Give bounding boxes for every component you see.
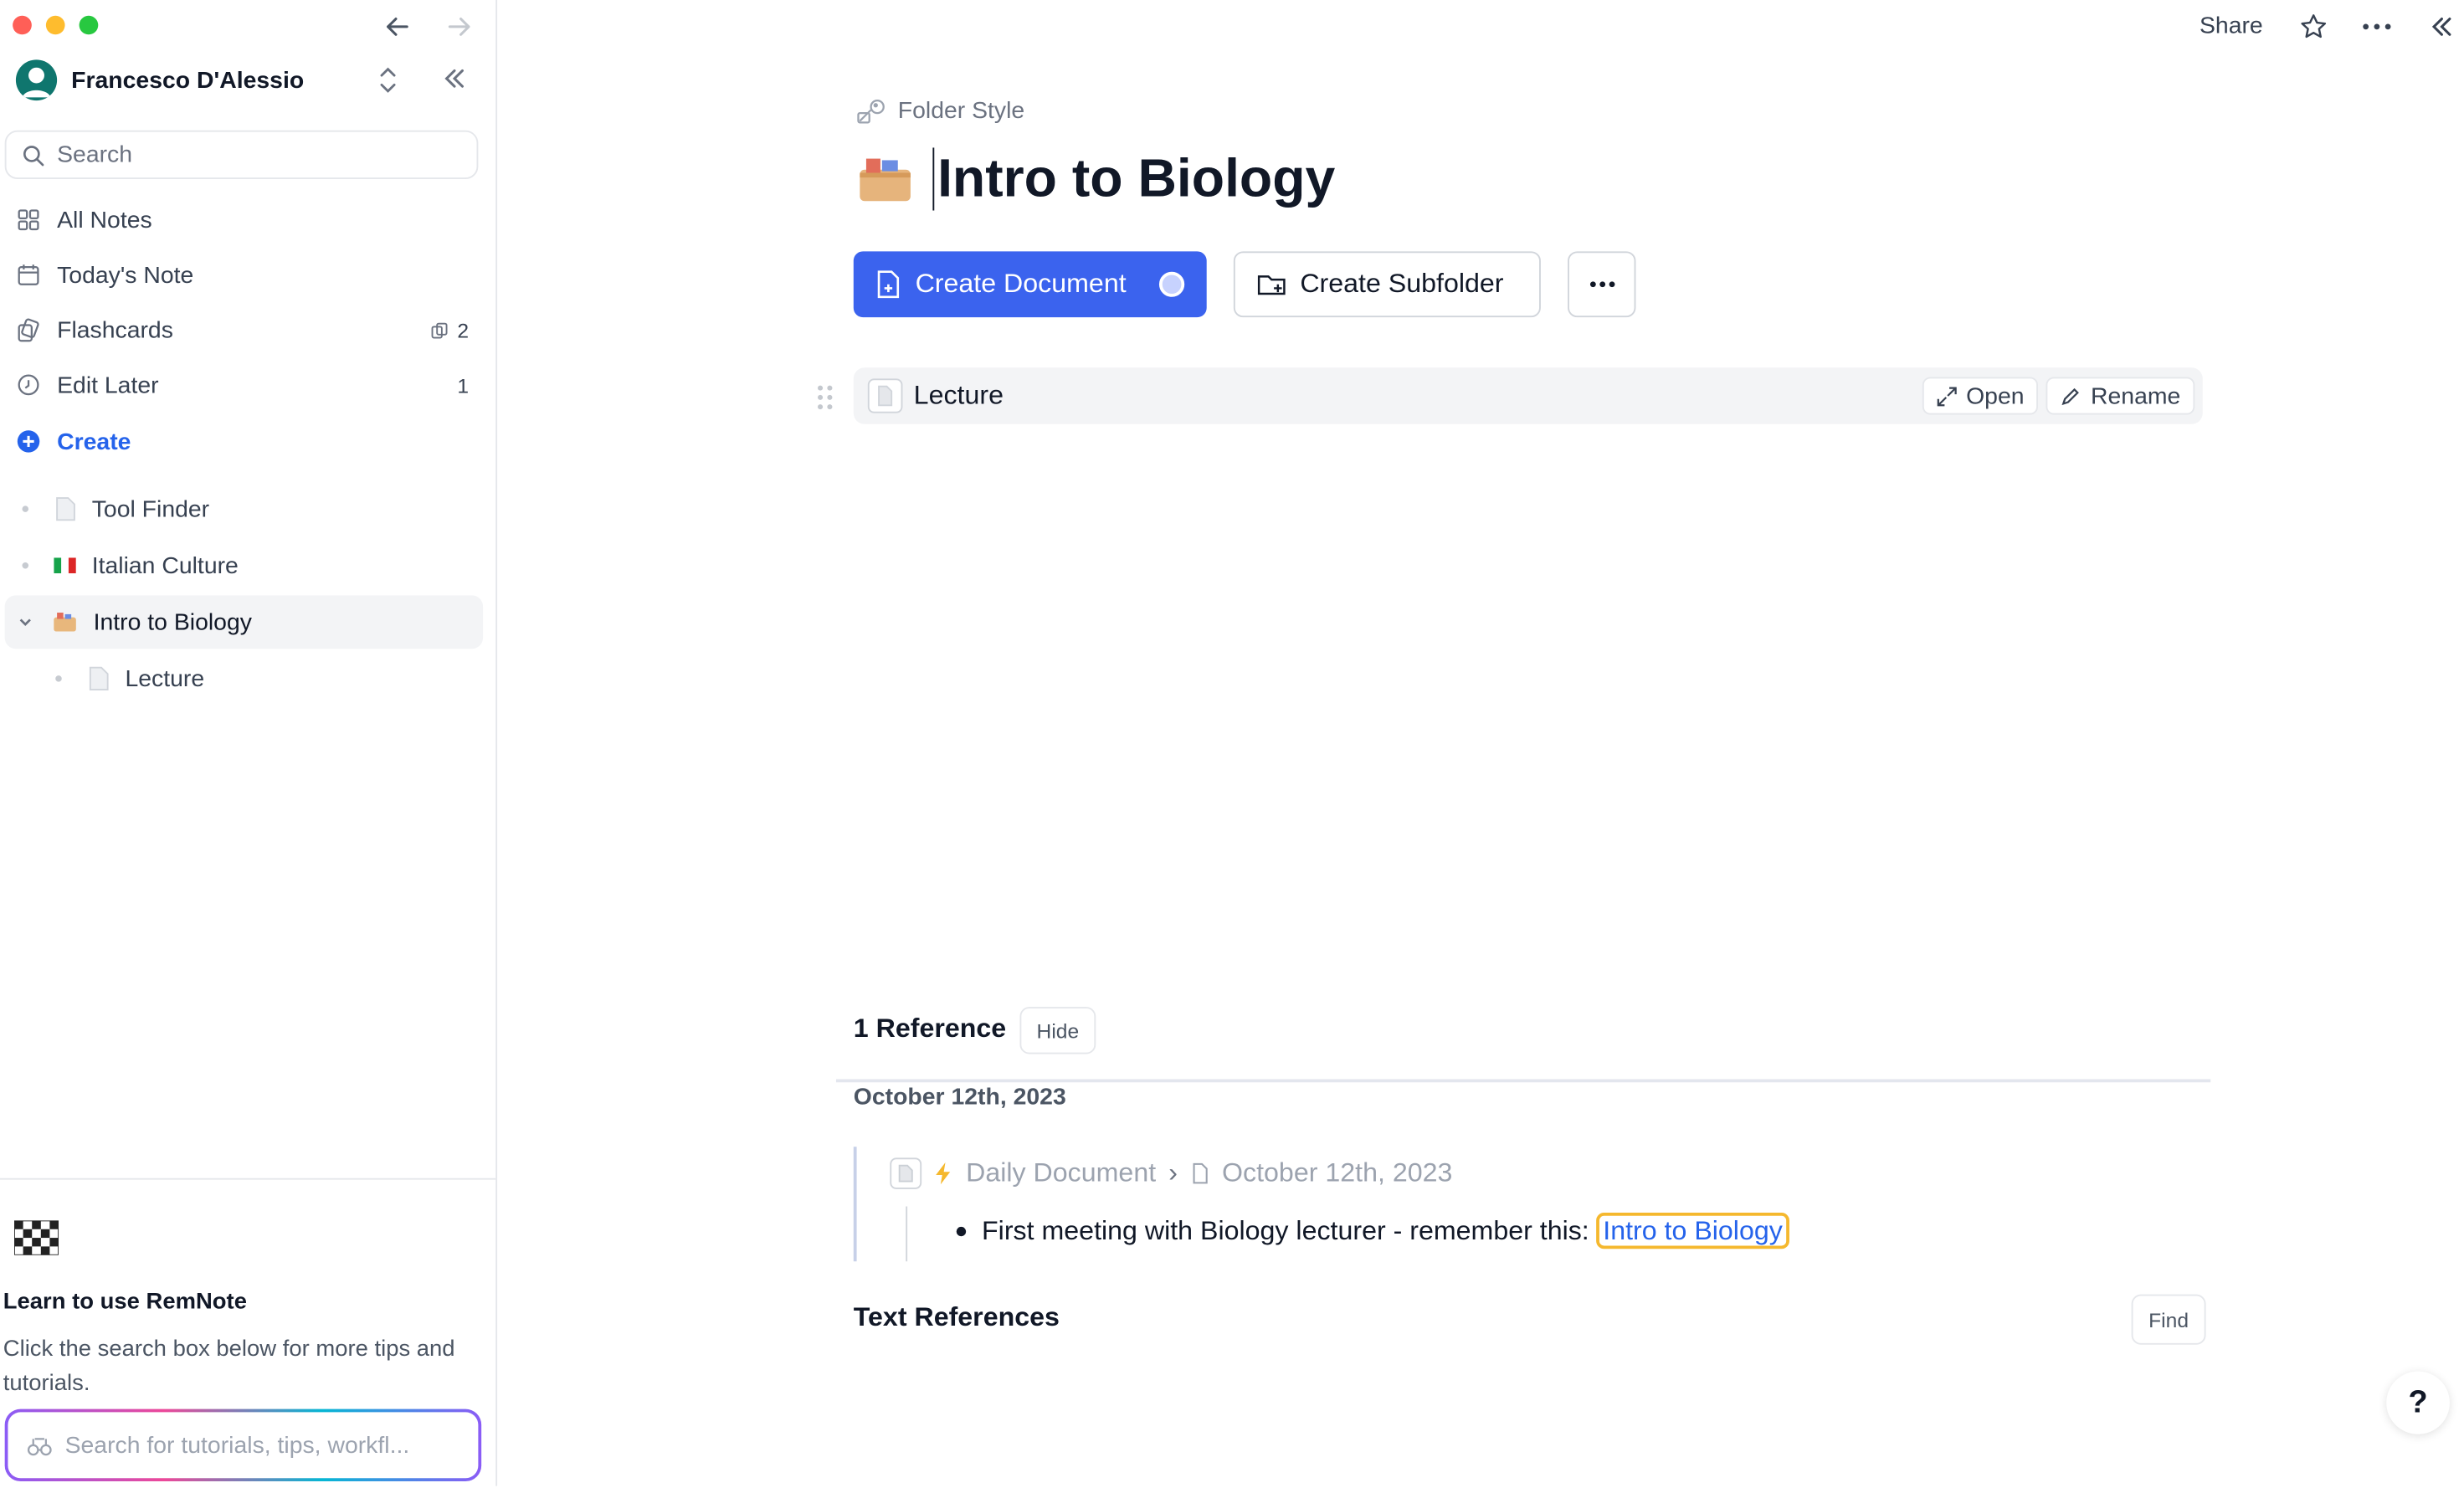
- calendar-icon: [16, 262, 41, 287]
- cards-icon: [16, 317, 41, 342]
- collapse-right-panel-icon[interactable]: [2429, 14, 2454, 39]
- close-window-button[interactable]: [13, 15, 32, 35]
- lightning-icon: [934, 1161, 953, 1186]
- references-divider: [835, 1079, 2211, 1083]
- sidebar: Francesco D'Alessio Search All Notes Tod…: [0, 0, 498, 1486]
- child-document-row[interactable]: Lecture Open Rename: [853, 367, 2203, 424]
- ellipsis-icon: [1588, 280, 1616, 289]
- folder-plus-icon: [1257, 272, 1286, 297]
- reference-text: First meeting with Biology lecturer - re…: [982, 1215, 1589, 1246]
- folder-icon: [52, 611, 77, 633]
- page-title-row: Intro to Biology: [857, 147, 1335, 211]
- search-input[interactable]: Search: [4, 130, 479, 179]
- edit-later-count: 1: [457, 372, 470, 397]
- grid-icon: [16, 208, 41, 233]
- back-arrow-icon[interactable]: [380, 9, 415, 44]
- checkered-flag-icon: [14, 1220, 59, 1255]
- create-button[interactable]: Create: [16, 421, 478, 462]
- child-document-label: Lecture: [913, 380, 1004, 410]
- document-icon: [867, 378, 903, 413]
- reference-date-group: October 12th, 2023: [853, 1084, 1066, 1111]
- sidebar-item-flashcards[interactable]: Flashcards 2: [16, 310, 478, 351]
- learn-text: Click the search box below for more tips…: [3, 1337, 455, 1397]
- italy-flag-icon: [54, 557, 76, 574]
- reference-bullet[interactable]: First meeting with Biology lecturer - re…: [956, 1213, 1789, 1249]
- sidebar-item-edit-later[interactable]: Edit Later 1: [16, 364, 478, 405]
- minimize-window-button[interactable]: [45, 15, 65, 35]
- bullet-dot: [956, 1226, 967, 1237]
- tree-item-italian-culture[interactable]: Italian Culture: [22, 541, 239, 591]
- bullet-dot: [22, 562, 29, 569]
- clock-icon: [16, 372, 41, 398]
- drag-handle-icon[interactable]: [815, 383, 834, 412]
- sidebar-item-all-notes[interactable]: All Notes: [16, 199, 478, 240]
- chevron-up-down-icon[interactable]: [377, 64, 398, 96]
- chevron-down-icon[interactable]: [18, 614, 33, 630]
- avatar: [15, 59, 58, 101]
- document-icon: [87, 666, 109, 691]
- reference-indent-line: [906, 1206, 908, 1262]
- star-icon[interactable]: [2299, 13, 2328, 41]
- hide-references-button[interactable]: Hide: [1019, 1007, 1096, 1054]
- tree-item-tool-finder[interactable]: Tool Finder: [22, 484, 209, 534]
- more-options-icon[interactable]: [2361, 16, 2393, 38]
- breadcrumb[interactable]: Folder Style: [857, 97, 1024, 124]
- tutorial-search-input[interactable]: Search for tutorials, tips, workfl...: [4, 1408, 482, 1482]
- document-plus-icon: [875, 270, 901, 299]
- create-document-toggle[interactable]: [1158, 271, 1185, 297]
- create-document-button[interactable]: Create Document: [853, 251, 1207, 318]
- document-icon: [890, 1157, 922, 1189]
- reference-path[interactable]: Daily Document › October 12th, 2023: [890, 1157, 1452, 1189]
- forward-arrow-icon[interactable]: [442, 9, 477, 44]
- pencil-icon: [2061, 386, 2082, 406]
- expand-icon: [1936, 386, 1957, 406]
- open-button[interactable]: Open: [1922, 377, 2039, 415]
- user-switcher[interactable]: Francesco D'Alessio: [15, 59, 305, 101]
- bullet-dot: [55, 675, 62, 682]
- create-subfolder-button[interactable]: Create Subfolder: [1233, 251, 1541, 318]
- more-actions-button[interactable]: [1568, 251, 1636, 318]
- learn-title: Learn to use RemNote: [3, 1290, 247, 1316]
- text-references-heading: Text References: [853, 1302, 1060, 1332]
- plus-circle-icon: [16, 428, 41, 454]
- zoom-window-button[interactable]: [79, 15, 99, 35]
- palette-icon: [857, 98, 886, 123]
- collapse-sidebar-icon[interactable]: [442, 66, 467, 91]
- find-button[interactable]: Find: [2131, 1294, 2206, 1345]
- tree-item-lecture[interactable]: Lecture: [55, 654, 204, 704]
- tree-item-intro-to-biology[interactable]: Intro to Biology: [18, 597, 252, 647]
- search-placeholder: Search: [57, 141, 133, 168]
- rename-button[interactable]: Rename: [2046, 377, 2195, 415]
- flashcards-count: 2: [430, 318, 469, 341]
- tutorial-search-placeholder: Search for tutorials, tips, workfl...: [64, 1431, 410, 1459]
- folder-icon: [857, 154, 914, 204]
- help-button[interactable]: ?: [2386, 1371, 2450, 1434]
- search-icon: [22, 144, 44, 166]
- user-name: Francesco D'Alessio: [71, 66, 305, 94]
- sidebar-item-todays-note[interactable]: Today's Note: [16, 254, 478, 295]
- binoculars-icon: [27, 1434, 52, 1456]
- reference-link[interactable]: Intro to Biology: [1596, 1213, 1789, 1249]
- page-title[interactable]: Intro to Biology: [932, 147, 1335, 211]
- document-outline-icon: [1190, 1162, 1209, 1184]
- share-button[interactable]: Share: [2200, 13, 2263, 39]
- reference-block-border: [853, 1147, 857, 1262]
- references-heading: 1 Reference: [853, 1013, 1007, 1044]
- bullet-dot: [22, 505, 29, 512]
- copy-icon: [430, 321, 448, 339]
- document-icon: [54, 496, 75, 521]
